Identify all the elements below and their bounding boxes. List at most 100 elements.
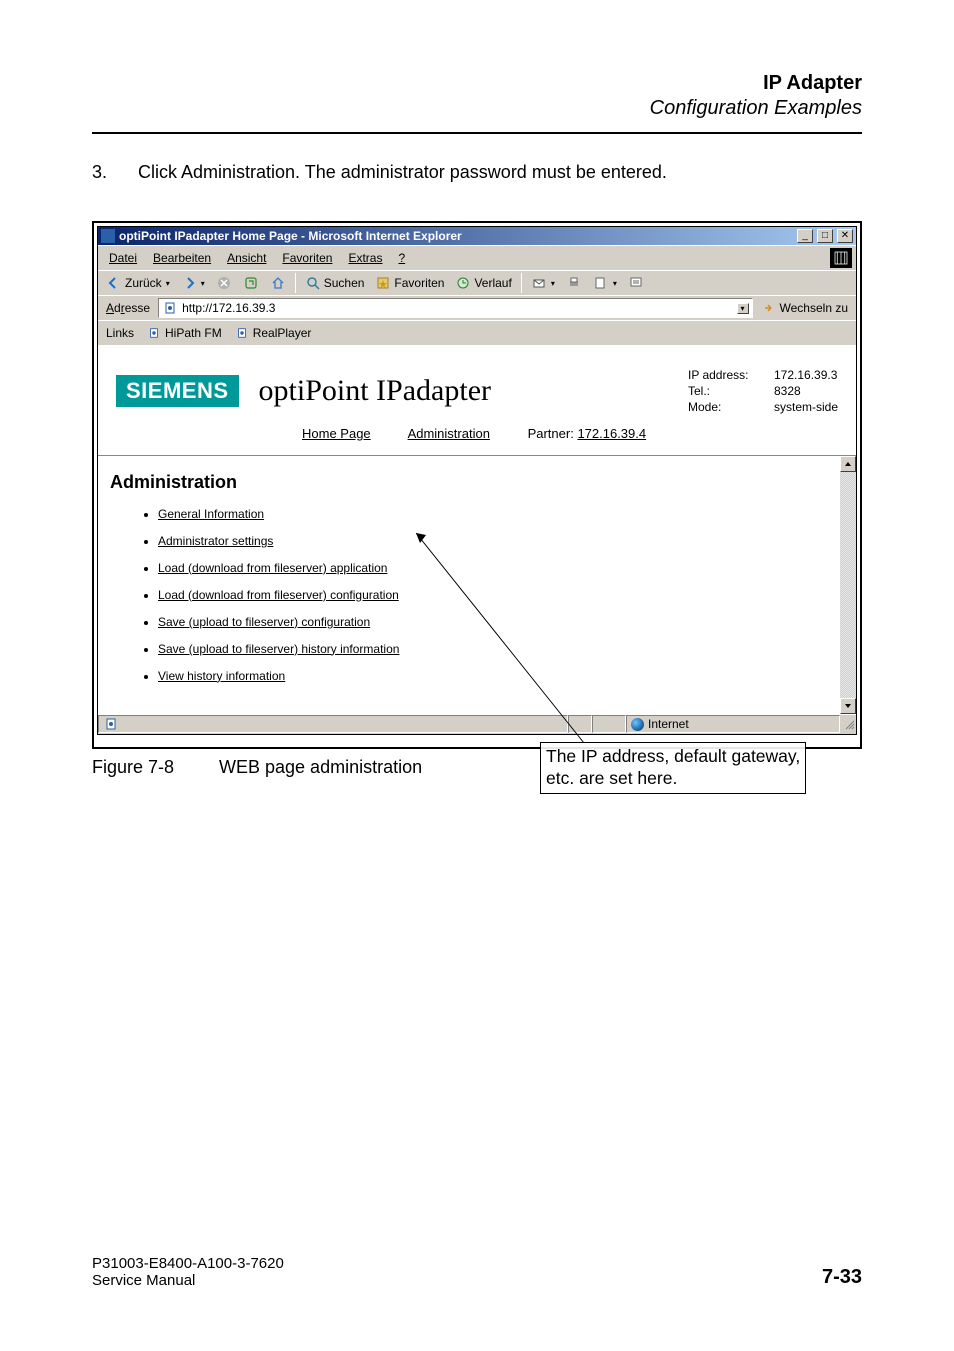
go-button[interactable]: Wechseln zu [757, 298, 852, 318]
address-value: http://172.16.39.3 [182, 301, 275, 315]
list-item: View history information [158, 669, 828, 683]
mode-value: system-side [774, 399, 838, 415]
print-icon [566, 275, 582, 291]
content-pane: Administration General Information Admin… [98, 455, 856, 714]
page-icon [234, 325, 250, 341]
history-icon [455, 275, 471, 291]
close-button[interactable]: ✕ [837, 229, 853, 243]
caret-icon: ▾ [551, 279, 555, 288]
links-label: Links [102, 326, 138, 340]
refresh-button[interactable] [239, 273, 263, 293]
forward-icon [181, 275, 197, 291]
back-button[interactable]: Zurück ▾ [102, 273, 174, 293]
mail-icon [531, 275, 547, 291]
link-load-app[interactable]: Load (download from fileserver) applicat… [158, 561, 387, 575]
doc-section-subtitle: Configuration Examples [0, 97, 862, 120]
nav-admin[interactable]: Administration [408, 426, 490, 441]
home-icon [270, 275, 286, 291]
list-item: Load (download from fileserver) configur… [158, 588, 828, 602]
list-item: Save (upload to fileserver) history info… [158, 642, 828, 656]
list-item: Load (download from fileserver) applicat… [158, 561, 828, 575]
menu-bearbeiten[interactable]: Bearbeiten [146, 249, 218, 267]
stop-button[interactable] [212, 273, 236, 293]
link-hipath[interactable]: HiPath FM [142, 323, 226, 343]
menubar: Datei Bearbeiten Ansicht Favoriten Extra… [98, 245, 856, 270]
menu-help[interactable]: ? [391, 249, 412, 267]
link-load-config[interactable]: Load (download from fileserver) configur… [158, 588, 399, 602]
print-button[interactable] [562, 273, 586, 293]
maximize-button[interactable]: □ [817, 229, 833, 243]
mail-button[interactable]: ▾ [527, 273, 559, 293]
link-save-history[interactable]: Save (upload to fileserver) history info… [158, 642, 399, 656]
menu-favoriten[interactable]: Favoriten [275, 249, 339, 267]
page-icon [146, 325, 162, 341]
scroll-down-button[interactable] [840, 698, 856, 714]
scroll-track[interactable] [840, 472, 856, 698]
tel-value: 8328 [774, 383, 801, 399]
page-nav: Home Page Administration Partner: 172.16… [302, 420, 856, 455]
figure-caption-text: WEB page administration [219, 757, 422, 777]
list-item: Save (upload to fileserver) configuratio… [158, 615, 828, 629]
go-icon [761, 300, 777, 316]
address-dropdown[interactable]: ▾ [737, 303, 749, 314]
figure-container: optiPoint IPadapter Home Page - Microsof… [92, 221, 862, 749]
link-general-info[interactable]: General Information [158, 507, 264, 521]
callout-line2: etc. are set here. [546, 768, 800, 790]
page-header: IP Adapter Configuration Examples [0, 0, 954, 120]
caret-icon: ▾ [613, 279, 617, 288]
ie-logo-icon [830, 248, 852, 268]
section-title: Administration [110, 472, 828, 493]
nav-home[interactable]: Home Page [302, 426, 371, 441]
step-number: 3. [92, 162, 138, 183]
doc-number: P31003-E8400-A100-3-7620 [92, 1255, 284, 1272]
status-cell-3 [592, 715, 626, 733]
favorites-icon [375, 275, 391, 291]
address-input[interactable]: http://172.16.39.3 ▾ [158, 298, 752, 318]
link-admin-settings[interactable]: Administrator settings [158, 534, 273, 548]
address-bar: Adresse http://172.16.39.3 ▾ Wechseln zu [98, 295, 856, 320]
callout-box: The IP address, default gateway, etc. ar… [540, 742, 806, 794]
status-cell-2 [568, 715, 592, 733]
window-title: optiPoint IPadapter Home Page - Microsof… [119, 229, 793, 243]
page-icon [103, 716, 119, 732]
home-button[interactable] [266, 273, 290, 293]
partner-label: Partner: 172.16.39.4 [528, 426, 647, 441]
vertical-scrollbar[interactable] [840, 456, 856, 714]
stop-icon [216, 275, 232, 291]
manual-name: Service Manual [92, 1272, 284, 1289]
titlebar: optiPoint IPadapter Home Page - Microsof… [98, 227, 856, 245]
caret-icon: ▾ [166, 279, 170, 288]
partner-link[interactable]: 172.16.39.4 [577, 426, 646, 441]
zone-text: Internet [648, 717, 689, 731]
menu-extras[interactable]: Extras [341, 249, 389, 267]
search-button[interactable]: Suchen [301, 273, 369, 293]
back-icon [106, 275, 122, 291]
edit-icon [593, 275, 609, 291]
footer-left: P31003-E8400-A100-3-7620 Service Manual [92, 1255, 284, 1289]
search-icon [305, 275, 321, 291]
product-title: optiPoint IPadapter [259, 374, 668, 408]
link-realplayer[interactable]: RealPlayer [230, 323, 316, 343]
forward-button[interactable]: ▾ [177, 273, 209, 293]
app-icon [101, 229, 115, 243]
status-zone-cell: Internet [626, 715, 840, 733]
discuss-button[interactable] [624, 273, 648, 293]
discuss-icon [628, 275, 644, 291]
menu-datei[interactable]: Datei [102, 249, 144, 267]
ip-value: 172.16.39.3 [774, 367, 837, 383]
links-bar: Links HiPath FM RealPlayer [98, 320, 856, 345]
menu-ansicht[interactable]: Ansicht [220, 249, 273, 267]
scroll-up-button[interactable] [840, 456, 856, 472]
favorites-button[interactable]: Favoriten [371, 273, 448, 293]
page-footer: P31003-E8400-A100-3-7620 Service Manual … [92, 1255, 862, 1289]
minimize-button[interactable]: _ [797, 229, 813, 243]
edit-button[interactable]: ▾ [589, 273, 621, 293]
page-icon [162, 300, 178, 316]
browser-window: optiPoint IPadapter Home Page - Microsof… [97, 226, 857, 735]
admin-link-list: General Information Administrator settin… [158, 507, 828, 683]
link-view-history[interactable]: View history information [158, 669, 285, 683]
link-save-config[interactable]: Save (upload to fileserver) configuratio… [158, 615, 370, 629]
refresh-icon [243, 275, 259, 291]
history-button[interactable]: Verlauf [451, 273, 515, 293]
resize-grip[interactable] [840, 718, 856, 731]
